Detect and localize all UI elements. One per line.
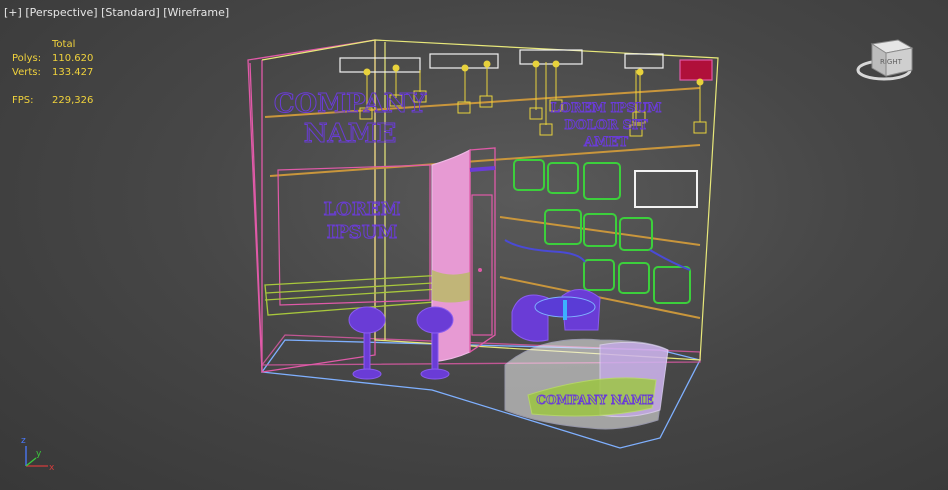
viewcube[interactable]: RIGHT xyxy=(856,39,914,81)
axis-tripod: z x y xyxy=(21,436,55,473)
svg-text:z: z xyxy=(21,436,26,446)
perspective-viewport[interactable]: [+] [Perspective] [Standard] [Wireframe]… xyxy=(0,0,948,490)
table-and-chairs xyxy=(511,289,601,342)
right-wall-text-line-2: DOLOR SIT xyxy=(564,118,648,133)
left-wall-text-line-2: NAME xyxy=(304,119,397,149)
left-wall-text-line-1: COMPANY xyxy=(274,89,427,119)
right-wall-text-line-3: AMET xyxy=(583,135,628,150)
wireframe-scene[interactable]: COMPANY NAME LOREM IPSUM LOREM IPSUM DOL… xyxy=(0,0,948,490)
panel-text-line-1: LOREM xyxy=(324,199,401,220)
screen-cables xyxy=(504,239,691,271)
svg-text:y: y xyxy=(36,449,42,459)
reception-counter: COMPANY NAME xyxy=(504,338,669,430)
left-wall-text: COMPANY NAME xyxy=(273,89,427,150)
right-wall-text-line-1: LOREM IPSUM xyxy=(550,101,661,116)
svg-text:x: x xyxy=(49,463,55,473)
panel-text-line-2: IPSUM xyxy=(327,222,398,243)
viewcube-face-label: RIGHT xyxy=(880,58,903,66)
counter-text: COMPANY NAME xyxy=(536,393,653,407)
right-wall-text: LOREM IPSUM DOLOR SIT AMET xyxy=(550,101,662,151)
